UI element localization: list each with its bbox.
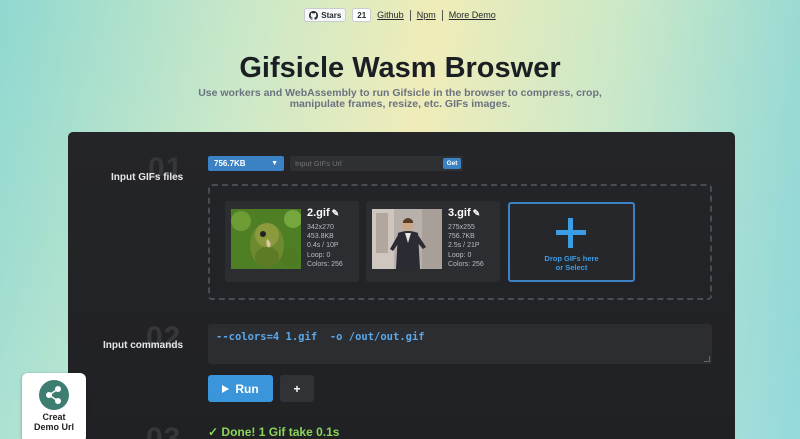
command-text: --colors=4 1.gif -o /out/out.gif xyxy=(216,331,425,343)
step-label-input-commands: Input commands xyxy=(103,340,184,351)
more-demo-link[interactable]: More Demo xyxy=(449,10,496,20)
npm-link[interactable]: Npm xyxy=(417,10,436,20)
run-button-label: Run xyxy=(235,381,259,396)
github-icon xyxy=(309,10,319,20)
gif-size: 756.7KB xyxy=(448,233,475,241)
gif-colors: Colors: 256 xyxy=(307,260,343,268)
page-title: Gifsicle Wasm Broswer xyxy=(239,52,561,84)
step-number-3: 03 xyxy=(146,422,182,439)
gif-dimensions: 342x270 xyxy=(307,224,334,231)
check-icon: ✓ xyxy=(208,425,219,439)
size-select-value: 756.7KB xyxy=(214,159,246,168)
run-button[interactable]: Run xyxy=(208,375,273,402)
gif-loop: Loop: 0 xyxy=(448,251,472,259)
get-button[interactable]: Get xyxy=(443,158,461,169)
stars-count[interactable]: 21 xyxy=(352,8,372,22)
stars-label: Stars xyxy=(321,10,342,20)
drop-hint: Drop GIFs here or Select xyxy=(510,254,633,272)
gif-size: 453.8KB xyxy=(307,233,334,241)
result-text: Done! 1 Gif take 0.1s xyxy=(221,425,340,439)
add-command-button[interactable]: + xyxy=(280,375,314,402)
gif-card[interactable]: 3.gif ✎ 275x255 756.7KB 2.5s / 21P Loop: … xyxy=(366,201,500,282)
result-status: ✓ Done! 1 Gif take 0.1s xyxy=(208,425,339,439)
top-bar: Stars 21 Github Npm More Demo xyxy=(0,8,800,22)
divider xyxy=(409,9,411,21)
share-label-line1: Creat xyxy=(42,412,66,422)
create-demo-url-button[interactable]: Creat Demo Url xyxy=(22,373,86,439)
share-icon xyxy=(39,380,69,410)
gif-filename: 2.gif xyxy=(307,207,330,219)
step-label-input-gifs: Input GIFs files xyxy=(111,172,184,183)
add-gif-button[interactable]: Drop GIFs here or Select xyxy=(508,202,635,282)
gif-duration: 2.5s / 21P xyxy=(448,242,480,250)
github-stars-button[interactable]: Stars xyxy=(304,8,347,22)
play-icon xyxy=(222,384,230,393)
gif-name: 3.gif ✎ xyxy=(448,207,480,219)
pencil-icon[interactable]: ✎ xyxy=(332,208,340,219)
gif-loop: Loop: 0 xyxy=(307,251,331,259)
gif-thumbnail-dancer xyxy=(372,209,442,269)
drop-hint-line1: Drop GIFs here xyxy=(544,254,599,263)
gif-colors: Colors: 256 xyxy=(448,260,484,268)
gif-filename: 3.gif xyxy=(448,207,471,219)
share-label-line2: Demo Url xyxy=(33,422,74,432)
gif-dimensions: 275x255 xyxy=(448,224,475,231)
size-select[interactable]: 756.7KB ▼ xyxy=(208,156,284,171)
page-subtitle: Use workers and WebAssembly to run Gifsi… xyxy=(198,87,602,110)
gif-duration: 0.4s / 10P xyxy=(307,242,339,250)
gif-thumbnail-parrot xyxy=(231,209,301,269)
resize-handle[interactable] xyxy=(704,356,710,362)
plus-icon xyxy=(556,218,586,248)
drop-hint-line2: or Select xyxy=(555,263,588,272)
gif-name: 2.gif ✎ xyxy=(307,207,339,219)
gif-info: 275x255 756.7KB 2.5s / 21P Loop: 0 Color… xyxy=(448,223,484,269)
command-input[interactable]: --colors=4 1.gif -o /out/out.gif xyxy=(208,324,712,364)
github-link[interactable]: Github xyxy=(377,10,404,20)
divider xyxy=(441,9,443,21)
create-demo-url-label: Creat Demo Url xyxy=(22,412,86,432)
gif-info: 342x270 453.8KB 0.4s / 10P Loop: 0 Color… xyxy=(307,223,343,269)
gif-card[interactable]: 2.gif ✎ 342x270 453.8KB 0.4s / 10P Loop: … xyxy=(225,201,359,282)
pencil-icon[interactable]: ✎ xyxy=(473,208,481,219)
gif-url-input[interactable] xyxy=(290,156,463,171)
chevron-down-icon: ▼ xyxy=(271,160,278,167)
